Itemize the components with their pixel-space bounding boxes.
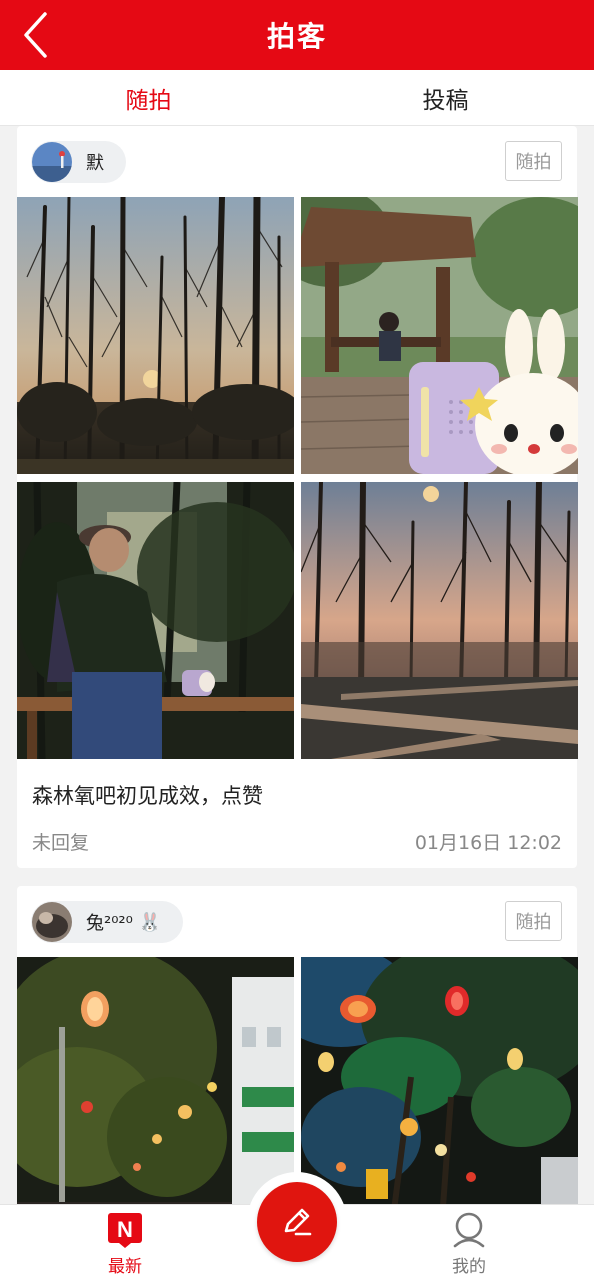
post-feed[interactable]: 默 随拍 森林氧吧初见成效，点赞 未回复 01月16日 12:02 兔²⁰²⁰ … <box>0 126 594 1204</box>
nav-latest-label: 最新 <box>108 1257 142 1277</box>
reply-status: 未回复 <box>32 832 90 854</box>
post-header: 兔²⁰²⁰ 🐰 随拍 <box>17 886 577 956</box>
back-arrow-icon <box>24 12 47 58</box>
back-button[interactable] <box>14 10 58 60</box>
app-root: 拍客 随拍 投稿 默 随拍 森林氧吧初见成效，点赞 未回复 01月16日 12:… <box>0 0 594 1280</box>
nav-latest[interactable]: N 最新 <box>65 1205 185 1280</box>
user-name: 默 <box>86 153 104 174</box>
toy-rabbit-pavilion-photo[interactable] <box>301 197 578 474</box>
photo-grid <box>17 196 578 759</box>
post-card[interactable]: 默 随拍 森林氧吧初见成效，点赞 未回复 01月16日 12:02 <box>17 126 578 868</box>
user-chip[interactable]: 默 <box>31 141 126 183</box>
user-profile-icon <box>453 1212 485 1248</box>
tab-submissions[interactable]: 投稿 <box>297 70 594 125</box>
avatar[interactable] <box>32 902 72 942</box>
rabbit-emoji-icon: 🐰 <box>138 911 162 933</box>
lanterns-street-night-photo[interactable] <box>17 957 294 1204</box>
category-tag-button[interactable]: 随拍 <box>505 141 562 181</box>
post-timestamp: 01月16日 12:02 <box>414 832 562 854</box>
user-chip[interactable]: 兔²⁰²⁰ 🐰 <box>31 901 184 943</box>
user-name: 兔²⁰²⁰ <box>86 913 133 934</box>
nav-mine[interactable]: 我的 <box>409 1205 529 1280</box>
svg-text:N: N <box>117 1217 133 1242</box>
pencil-icon <box>284 1208 312 1236</box>
tab-bar: 随拍 投稿 <box>0 70 594 126</box>
avatar[interactable] <box>32 142 72 182</box>
person-on-bench-photo[interactable] <box>17 482 294 759</box>
nav-mine-label: 我的 <box>452 1257 486 1277</box>
news-n-icon: N <box>108 1213 142 1248</box>
tab-snapshots[interactable]: 随拍 <box>0 70 297 125</box>
page-title: 拍客 <box>266 20 327 53</box>
category-tag-button[interactable]: 随拍 <box>505 901 562 941</box>
top-app-bar: 拍客 <box>0 0 594 70</box>
post-text: 森林氧吧初见成效，点赞 <box>32 784 263 808</box>
lanterns-trees-night-photo[interactable] <box>301 957 578 1204</box>
compose-button[interactable] <box>257 1182 337 1262</box>
forest-sunset-photo[interactable] <box>17 197 294 474</box>
park-path-dusk-photo[interactable] <box>301 482 578 759</box>
photo-grid <box>17 956 578 1204</box>
post-card[interactable]: 兔²⁰²⁰ 🐰 随拍 <box>17 886 578 1204</box>
post-header: 默 随拍 <box>17 126 577 196</box>
